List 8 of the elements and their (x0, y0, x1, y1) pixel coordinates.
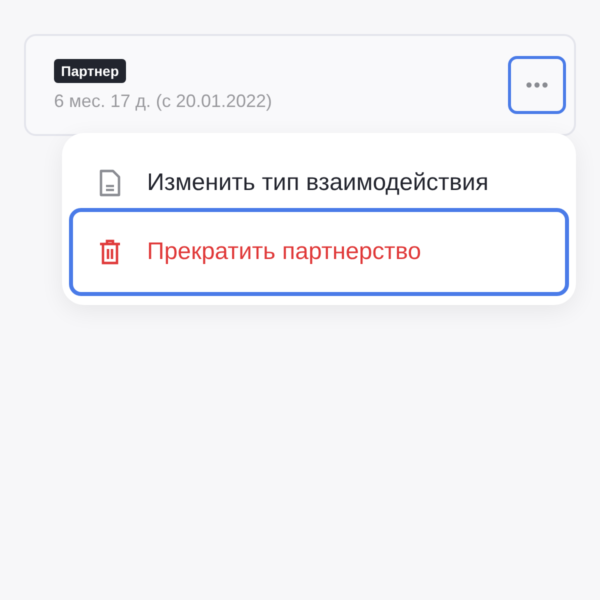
document-icon (99, 168, 121, 196)
menu-item[interactable]: Изменить тип взаимодействия (69, 157, 569, 208)
menu-item[interactable]: Прекратить партнерство (69, 208, 569, 296)
duration-text: 6 мес. 17 д. (с 20.01.2022) (54, 90, 272, 112)
more-icon (526, 82, 548, 88)
trash-icon (99, 239, 121, 265)
more-button[interactable] (508, 56, 566, 114)
partner-badge: Партнер (54, 58, 126, 82)
